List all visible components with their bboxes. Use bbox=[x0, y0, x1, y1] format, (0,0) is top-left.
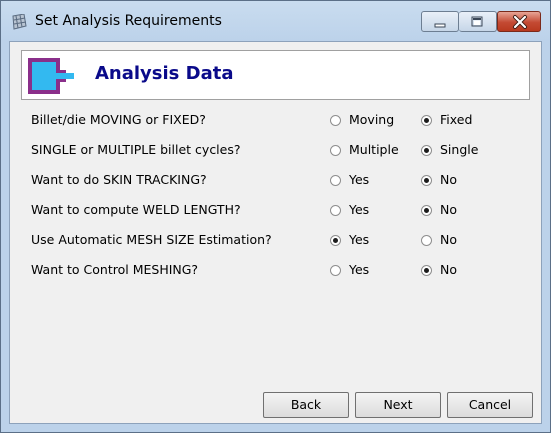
radio-label: Moving bbox=[349, 112, 395, 127]
radio-mesh-size-no[interactable]: No bbox=[421, 232, 511, 248]
radio-label: Yes bbox=[349, 262, 370, 277]
radio-label: No bbox=[440, 232, 457, 247]
radio-control-meshing-yes[interactable]: Yes bbox=[330, 262, 420, 278]
radio-label: Fixed bbox=[440, 112, 473, 127]
radio-circle bbox=[330, 175, 341, 186]
radio-circle bbox=[421, 235, 432, 246]
radio-label: No bbox=[440, 262, 457, 277]
window-title: Set Analysis Requirements bbox=[35, 13, 222, 29]
grid-window-icon bbox=[12, 14, 27, 30]
radio-circle bbox=[421, 145, 432, 156]
page-title: Analysis Data bbox=[95, 63, 234, 84]
radio-skin-tracking-yes[interactable]: Yes bbox=[330, 172, 420, 188]
radio-mesh-size-yes[interactable]: Yes bbox=[330, 232, 420, 248]
radio-label: Single bbox=[440, 142, 479, 157]
close-button[interactable] bbox=[497, 11, 541, 32]
radio-circle bbox=[330, 265, 341, 276]
radio-circle bbox=[330, 115, 341, 126]
maximize-icon bbox=[471, 16, 483, 27]
question-label-weld-length: Want to compute WELD LENGTH? bbox=[31, 202, 241, 217]
radio-control-meshing-no[interactable]: No bbox=[421, 262, 511, 278]
cancel-button[interactable]: Cancel bbox=[447, 392, 533, 418]
radio-label: Multiple bbox=[349, 142, 399, 157]
radio-label: Yes bbox=[349, 232, 370, 247]
dialog-window: Set Analysis Requirements Analysis Data … bbox=[0, 0, 551, 433]
radio-skin-tracking-no[interactable]: No bbox=[421, 172, 511, 188]
radio-label: No bbox=[440, 202, 457, 217]
back-button[interactable]: Back bbox=[263, 392, 349, 418]
next-button[interactable]: Next bbox=[355, 392, 441, 418]
radio-circle bbox=[421, 265, 432, 276]
question-label-mesh-size: Use Automatic MESH SIZE Estimation? bbox=[31, 232, 272, 247]
header-panel: Analysis Data bbox=[21, 50, 530, 100]
question-label-moving-fixed: Billet/die MOVING or FIXED? bbox=[31, 112, 206, 127]
radio-label: Yes bbox=[349, 172, 370, 187]
radio-multiple[interactable]: Multiple bbox=[330, 142, 420, 158]
question-label-skin-tracking: Want to do SKIN TRACKING? bbox=[31, 172, 207, 187]
radio-circle bbox=[330, 145, 341, 156]
radio-fixed[interactable]: Fixed bbox=[421, 112, 511, 128]
billet-die-icon bbox=[28, 58, 74, 94]
maximize-button[interactable] bbox=[459, 11, 497, 32]
question-label-control-meshing: Want to Control MESHING? bbox=[31, 262, 199, 277]
radio-moving[interactable]: Moving bbox=[330, 112, 420, 128]
radio-circle bbox=[421, 115, 432, 126]
dialog-client-area: Analysis Data Billet/die MOVING or FIXED… bbox=[9, 41, 542, 424]
radio-weld-length-yes[interactable]: Yes bbox=[330, 202, 420, 218]
title-bar[interactable]: Set Analysis Requirements bbox=[1, 1, 550, 41]
close-icon bbox=[513, 15, 527, 29]
radio-circle bbox=[421, 205, 432, 216]
minimize-icon bbox=[434, 23, 446, 28]
radio-circle bbox=[330, 205, 341, 216]
radio-label: Yes bbox=[349, 202, 370, 217]
question-label-billet-cycles: SINGLE or MULTIPLE billet cycles? bbox=[31, 142, 241, 157]
radio-weld-length-no[interactable]: No bbox=[421, 202, 511, 218]
radio-circle bbox=[330, 235, 341, 246]
minimize-button[interactable] bbox=[421, 11, 459, 32]
radio-label: No bbox=[440, 172, 457, 187]
radio-circle bbox=[421, 175, 432, 186]
radio-single[interactable]: Single bbox=[421, 142, 511, 158]
